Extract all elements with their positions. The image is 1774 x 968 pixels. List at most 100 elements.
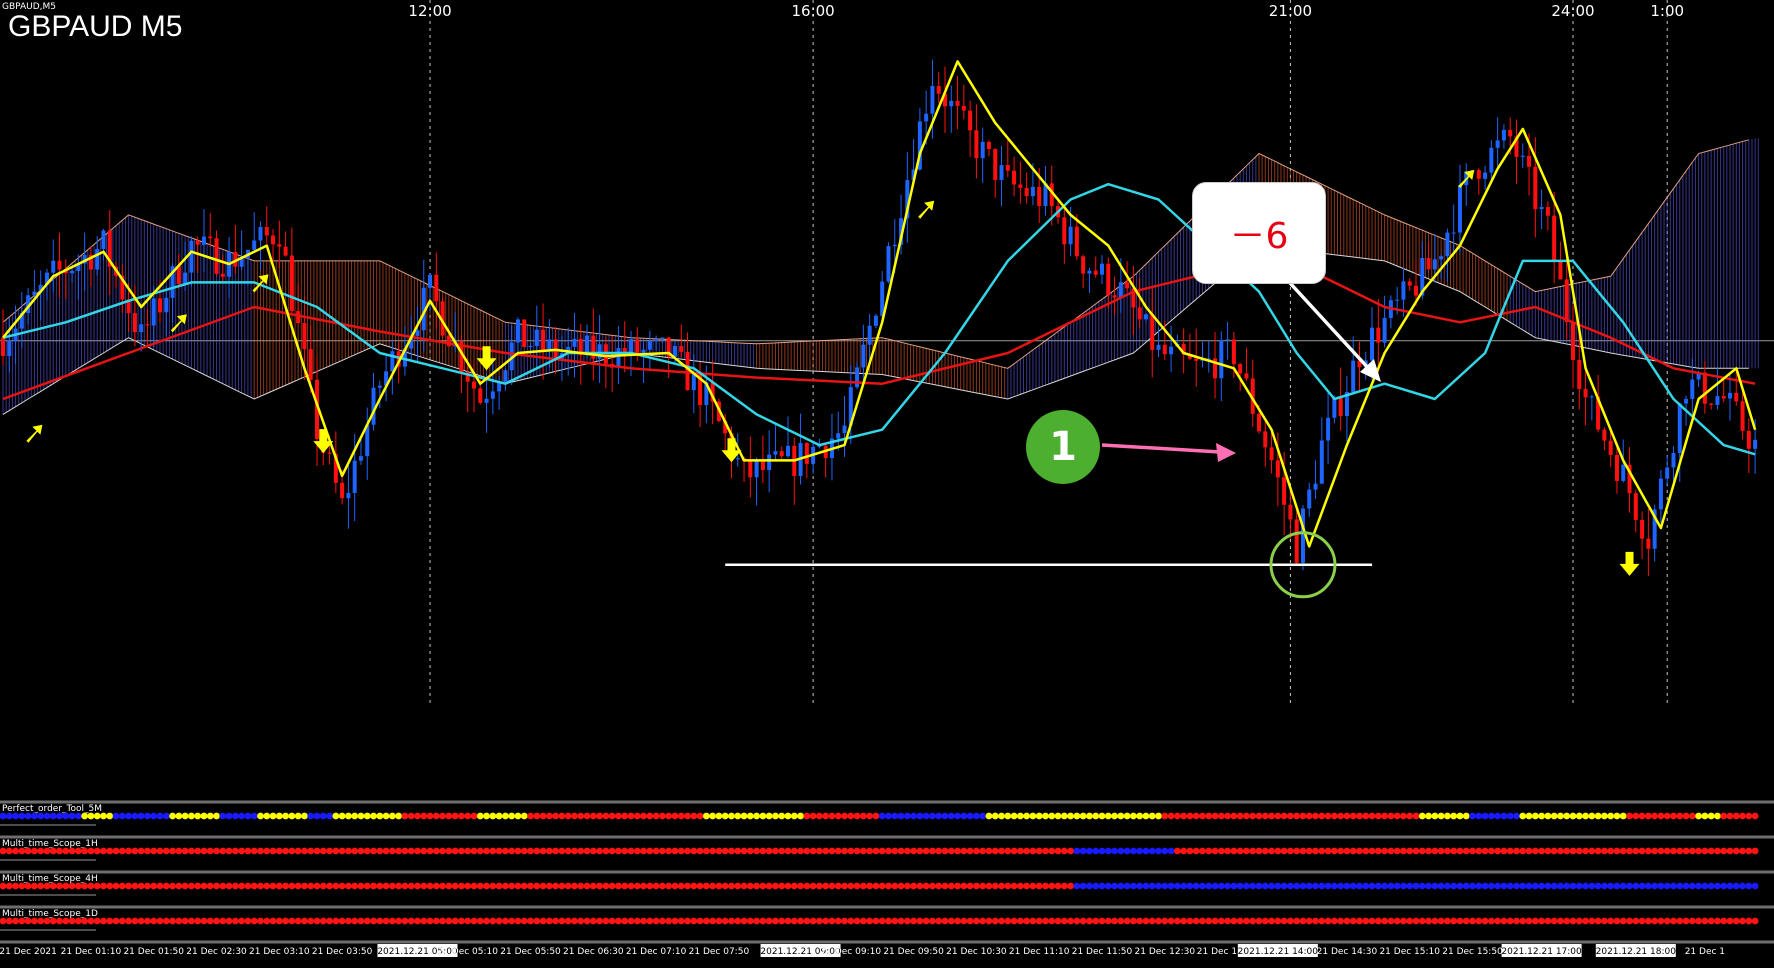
step-marker: 1	[1026, 410, 1100, 484]
indicator-dot	[37, 847, 45, 855]
indicator-dot	[106, 882, 114, 890]
indicator-dot	[1324, 812, 1332, 820]
indicator-dot	[998, 847, 1005, 855]
indicator-dot	[37, 812, 45, 820]
indicator-dot	[1249, 917, 1257, 925]
indicator-dot	[903, 882, 911, 890]
candle-body	[183, 272, 188, 285]
indicator-dot	[476, 882, 484, 890]
candle-body	[1219, 340, 1224, 379]
indicator-dot	[1042, 847, 1049, 855]
indicator-dot	[269, 882, 277, 890]
indicator-dot	[859, 812, 867, 820]
candle-body	[158, 298, 162, 313]
indicator-dot	[659, 882, 666, 890]
indicator-dot	[31, 917, 38, 925]
indicator-dot	[872, 812, 880, 820]
indicator-dot	[966, 812, 974, 820]
indicator-dot	[319, 812, 327, 820]
candle-body	[1037, 186, 1042, 207]
indicator-dot	[985, 917, 993, 925]
indicator-dot	[1519, 882, 1527, 890]
indicator-dot	[489, 847, 497, 855]
candle-body	[767, 454, 772, 470]
indicator-dot	[621, 847, 629, 855]
indicator-dot	[1023, 917, 1031, 925]
indicator-dot	[332, 847, 340, 855]
indicator-dot	[1381, 917, 1388, 925]
indicator-dot	[1136, 812, 1144, 820]
indicator-dot	[238, 847, 246, 855]
indicator-dot	[721, 882, 729, 890]
indicator-dot	[231, 847, 239, 855]
indicator-dot	[960, 847, 968, 855]
indicator-dot	[1217, 917, 1225, 925]
indicator-dot	[326, 917, 333, 925]
indicator-dot	[979, 882, 987, 890]
indicator-dot	[778, 847, 786, 855]
indicator-dot	[1343, 812, 1351, 820]
indicator-dot	[1437, 847, 1445, 855]
indicator-dot	[62, 847, 70, 855]
indicator-dot	[125, 847, 132, 855]
indicator-dot	[1531, 847, 1539, 855]
indicator-dot	[319, 917, 327, 925]
indicator-dot	[1613, 847, 1621, 855]
indicator-dot	[1060, 847, 1068, 855]
indicator-dot	[1563, 882, 1571, 890]
indicator-dot	[451, 917, 459, 925]
indicator-dot	[1261, 847, 1269, 855]
indicator-dot	[784, 882, 792, 890]
indicator-dot	[1437, 812, 1445, 820]
indicator-dot	[696, 847, 704, 855]
indicator-dot	[1098, 812, 1106, 820]
indicator-dot	[1450, 882, 1458, 890]
indicator-dot	[370, 847, 377, 855]
date-label: 21 Dec 12:30	[1135, 947, 1196, 957]
candle-body	[252, 240, 257, 250]
candle-body	[804, 442, 809, 464]
indicator-dot	[181, 847, 189, 855]
candle-body	[1282, 477, 1287, 505]
candle-body	[1533, 166, 1538, 210]
indicator-dot	[125, 917, 132, 925]
indicator-dot	[1588, 882, 1596, 890]
indicator-dot	[1450, 812, 1458, 820]
indicator-dot	[1569, 882, 1577, 890]
indicator-dot	[985, 812, 993, 820]
candle-body	[534, 329, 539, 346]
indicator-dot	[345, 882, 352, 890]
indicator-dot	[583, 917, 591, 925]
indicator-dot	[131, 882, 139, 890]
indicator-dot	[1324, 917, 1332, 925]
indicator-dot	[1236, 847, 1244, 855]
indicator-dot	[319, 847, 327, 855]
indicator-dot	[275, 812, 283, 820]
indicator-dot	[1035, 917, 1043, 925]
indicator-dot	[1236, 917, 1244, 925]
indicator-dot	[62, 812, 70, 820]
indicator-dot	[351, 917, 359, 925]
indicator-dot	[307, 882, 315, 890]
indicator-dot	[1657, 847, 1665, 855]
indicator-dot	[1557, 847, 1564, 855]
indicator-dot	[307, 812, 315, 820]
indicator-dot	[1726, 882, 1734, 890]
indicator-dot	[1249, 882, 1257, 890]
indicator-dot	[709, 847, 717, 855]
indicator-dot	[1280, 882, 1288, 890]
indicator-dot	[677, 917, 685, 925]
indicator-dot	[1437, 882, 1445, 890]
indicator-dot	[313, 882, 321, 890]
candle-body	[1426, 257, 1431, 270]
indicator-dot	[746, 812, 754, 820]
indicator-dot	[1268, 812, 1275, 820]
indicator-dot	[24, 847, 32, 855]
candle-body	[528, 345, 533, 348]
price-chart: 12:00 16:00 21:00 24:00 1:00 Perfect_order_T…	[0, 0, 1774, 964]
indicator-dot	[1016, 812, 1024, 820]
candle-body	[1, 337, 5, 357]
candle-body	[786, 445, 790, 457]
indicator-dot	[357, 917, 365, 925]
indicator-dot	[351, 847, 359, 855]
